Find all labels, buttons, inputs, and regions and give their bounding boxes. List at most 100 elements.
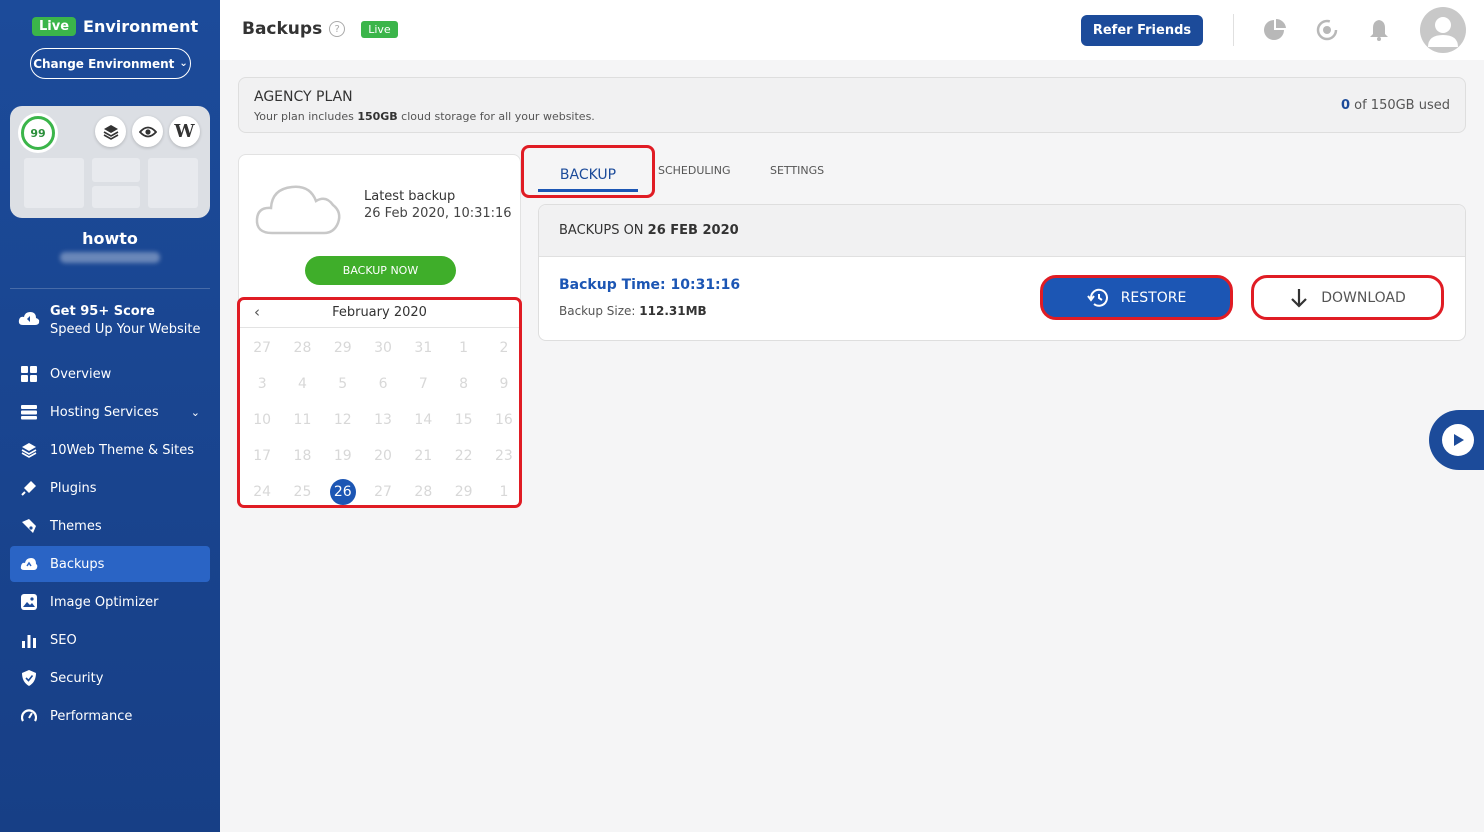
plan-description: Your plan includes 150GB cloud storage f… [254,110,595,123]
calendar-day[interactable]: 29 [323,330,363,366]
sidebar-item-hosting-services[interactable]: Hosting Services ⌄ [10,394,210,430]
calendar-day[interactable]: 27 [242,330,282,366]
calendar-day[interactable]: 30 [363,330,403,366]
backup-now-button[interactable]: BACKUP NOW [305,256,456,285]
bell-icon[interactable] [1367,18,1391,42]
sidebar-item-label: Image Optimizer [50,594,159,610]
calendar-day-number: 28 [414,484,433,500]
calendar-day[interactable]: 3 [242,366,282,402]
calendar-day-number: 27 [374,484,392,500]
calendar-day-number: 2 [499,340,509,356]
history-icon [1086,288,1109,308]
performance-score-badge[interactable]: 99 [21,116,55,150]
calendar-day[interactable]: 20 [363,438,403,474]
sidebar-item-seo[interactable]: SEO [10,622,210,658]
calendar-day-selected[interactable]: 26 [323,474,363,510]
calendar-day-number: 16 [495,412,513,428]
cloud-speed-icon [18,310,40,332]
sidebar-item-label: 10Web Theme & Sites [50,442,194,458]
calendar-day[interactable]: 6 [363,366,403,402]
calendar-day[interactable]: 10 [242,402,282,438]
calendar-day-number: 15 [454,412,473,428]
user-avatar[interactable] [1420,7,1466,53]
calendar-day[interactable]: 24 [242,474,282,510]
site-thumbnail[interactable]: 99 W [10,106,210,218]
sidebar-item-overview[interactable]: Overview [10,356,210,392]
backup-size-value: 112.31MB [639,304,707,318]
calendar-day[interactable]: 28 [282,330,322,366]
speed-promo[interactable]: Get 95+ Score Speed Up Your Website [18,303,201,339]
calendar-day[interactable]: 8 [443,366,483,402]
tab-settings[interactable]: SETTINGS [770,164,824,177]
sidebar-item-themes[interactable]: Themes [10,508,210,544]
page-title: Backups ? Live [242,19,398,39]
calendar-day-number: 6 [378,376,388,392]
cloud-icon [254,179,344,241]
backups-date-heading: BACKUPS ON 26 FEB 2020 [559,223,739,238]
calendar-day[interactable]: 5 [323,366,363,402]
download-label: DOWNLOAD [1321,289,1406,306]
calendar-day[interactable]: 9 [484,366,524,402]
sidebar-item-plugins[interactable]: Plugins [10,470,210,506]
speedometer-icon[interactable] [1315,18,1339,42]
calendar-day[interactable]: 31 [403,330,443,366]
download-button[interactable]: DOWNLOAD [1251,275,1444,320]
help-icon[interactable]: ? [329,21,346,37]
storage-used-suffix: of 150GB used [1350,98,1450,113]
calendar-day[interactable]: 19 [323,438,363,474]
sidebar-item-10web-theme-sites[interactable]: 10Web Theme & Sites [10,432,210,468]
video-tutorial-button[interactable] [1429,410,1484,470]
calendar-day[interactable]: 17 [242,438,282,474]
calendar-day[interactable]: 29 [443,474,483,510]
pie-chart-icon[interactable] [1263,18,1287,42]
site-url-blurred [60,252,160,263]
calendar-day-number: 8 [459,376,469,392]
sidebar-item-security[interactable]: Security [10,660,210,696]
calendar-month: February 2020 [332,305,427,320]
calendar-day[interactable]: 27 [363,474,403,510]
sidebar-item-image-optimizer[interactable]: Image Optimizer [10,584,210,620]
restore-button[interactable]: RESTORE [1040,275,1233,320]
calendar-day[interactable]: 14 [403,402,443,438]
calendar-day[interactable]: 1 [484,474,524,510]
play-icon [1442,424,1474,456]
sidebar: Live Environment Change Environment ⌄ 99… [0,0,220,832]
calendar-day[interactable]: 7 [403,366,443,402]
wordpress-icon[interactable]: W [169,116,200,147]
calendar-day[interactable]: 15 [443,402,483,438]
plan-storage-amount: 150GB [357,110,398,123]
tab-backup[interactable]: BACKUP [521,145,655,198]
environment-indicator: Live Environment [32,17,198,36]
arrow-down-icon [1289,288,1309,308]
calendar-day[interactable]: 25 [282,474,322,510]
sidebar-item-backups[interactable]: Backups [10,546,210,582]
calendar-day[interactable]: 21 [403,438,443,474]
calendar-day[interactable]: 11 [282,402,322,438]
change-environment-button[interactable]: Change Environment ⌄ [30,48,191,79]
calendar-day[interactable]: 23 [484,438,524,474]
calendar-day[interactable]: 1 [443,330,483,366]
calendar-day[interactable]: 4 [282,366,322,402]
chevron-down-icon: ⌄ [190,405,200,419]
layers-icon[interactable] [95,116,126,147]
calendar-day-number: 26 [329,479,356,505]
sidebar-item-label: Themes [50,518,102,534]
page-title-text: Backups [242,19,323,39]
calendar-day[interactable]: 13 [363,402,403,438]
calendar-day[interactable]: 2 [484,330,524,366]
sidebar-item-performance[interactable]: Performance [10,698,210,734]
eye-icon[interactable] [132,116,163,147]
refer-friends-button[interactable]: Refer Friends [1081,15,1203,46]
change-environment-label: Change Environment [33,56,175,71]
plan-desc-prefix: Your plan includes [254,110,358,123]
calendar-day[interactable]: 12 [323,402,363,438]
promo-title: Get 95+ Score [50,304,155,319]
tab-scheduling[interactable]: SCHEDULING [658,164,731,177]
calendar-day-number: 3 [257,376,267,392]
header-divider [1233,14,1234,46]
calendar-day[interactable]: 22 [443,438,483,474]
gauge-icon [20,707,38,725]
calendar-day[interactable]: 28 [403,474,443,510]
calendar-day[interactable]: 18 [282,438,322,474]
calendar-day[interactable]: 16 [484,402,524,438]
